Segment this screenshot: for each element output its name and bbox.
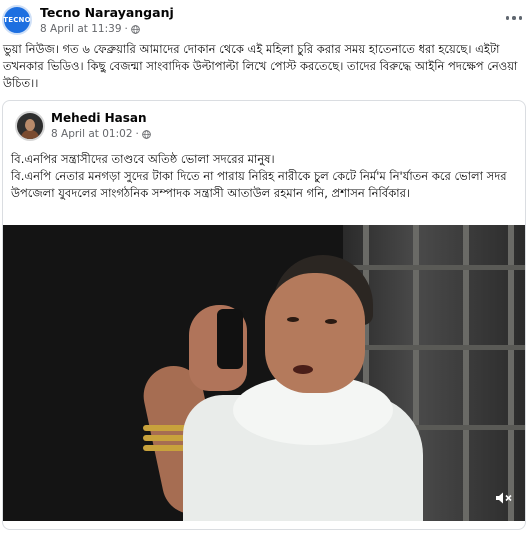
video-player[interactable] <box>3 225 525 521</box>
shared-post-text: বি.এনপির সন্ত্রাসীদের তাণ্ডবে অতিষ্ঠ ভোল… <box>11 152 507 200</box>
post-text: ভুয়া নিউজ। গত ৬ ফেব্রুয়ারি আমাদের দোকা… <box>3 42 518 90</box>
globe-icon <box>142 129 151 139</box>
avatar-logo-text: TECNO <box>3 16 31 24</box>
globe-icon <box>131 24 140 34</box>
facebook-post: TECNO Tecno Narayanganj 8 April at 11:39… <box>0 0 532 538</box>
shared-meta: 8 April at 01:02 · <box>51 128 151 140</box>
volume-muted-icon[interactable] <box>495 491 513 505</box>
shared-post[interactable]: Mehedi Hasan 8 April at 01:02 · বি.এনপির… <box>2 100 526 530</box>
shared-author-avatar[interactable] <box>15 111 45 141</box>
meta-separator: · <box>124 23 128 35</box>
post-timestamp[interactable]: 8 April at 11:39 <box>40 23 122 35</box>
post-author[interactable]: Tecno Narayanganj <box>40 5 174 20</box>
post-header: TECNO Tecno Narayanganj 8 April at 11:39… <box>0 0 532 40</box>
page-avatar[interactable]: TECNO <box>2 5 32 35</box>
more-horizontal-icon <box>505 16 510 20</box>
post-meta: 8 April at 11:39 · <box>40 23 140 35</box>
meta-separator: · <box>135 128 139 140</box>
shared-author[interactable]: Mehedi Hasan <box>51 111 147 125</box>
shared-timestamp[interactable]: 8 April at 01:02 <box>51 128 133 140</box>
more-options-button[interactable] <box>502 8 526 28</box>
